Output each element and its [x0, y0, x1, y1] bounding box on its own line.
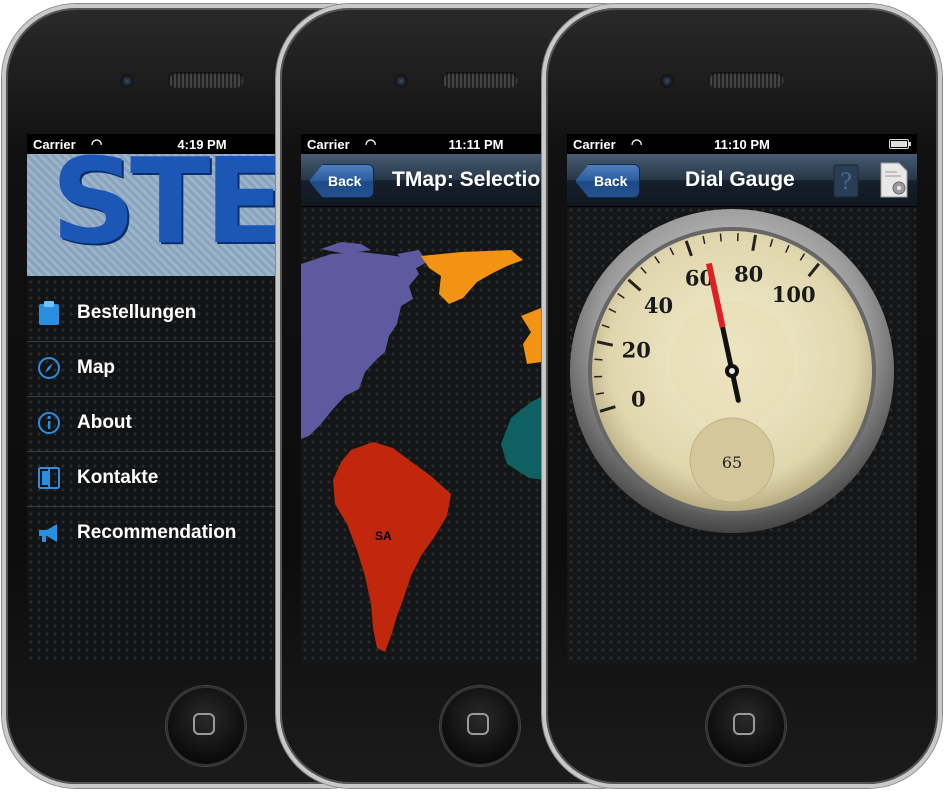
phone-gauge: Carrier ◠ 11:10 PM Back Dial Gauge ? 0 2…	[542, 4, 942, 788]
back-button[interactable]: Back	[575, 164, 641, 198]
page-title: Dial Gauge	[685, 168, 795, 191]
dial-gauge: 0204060 80100 65	[570, 209, 894, 533]
screen-gauge: Carrier ◠ 11:10 PM Back Dial Gauge ? 0 2…	[567, 134, 917, 664]
home-square-icon	[467, 713, 489, 735]
menu-item-label: Recommendation	[77, 522, 237, 543]
home-button[interactable]	[166, 686, 246, 766]
home-square-icon	[733, 713, 755, 735]
status-time: 11:10 PM	[714, 137, 770, 152]
region-south-america	[333, 442, 451, 652]
svg-text:?: ?	[840, 170, 852, 195]
gauge-tick	[719, 233, 722, 242]
gauge-tick-label: 20	[622, 337, 651, 362]
needle-hub-cap	[729, 368, 735, 374]
region-label-sa: SA	[375, 529, 392, 543]
megaphone-icon	[39, 524, 57, 542]
gauge-value-label: 65	[722, 453, 742, 472]
gauge-tick-label: 100	[772, 282, 816, 307]
region-greenland	[421, 250, 523, 304]
back-button[interactable]: Back	[309, 164, 375, 198]
menu-item-label: Map	[77, 357, 115, 378]
gauge-tick-label: 0	[631, 387, 646, 412]
menu-item-label: Kontakte	[77, 467, 159, 488]
speaker-grille	[442, 72, 518, 88]
region-north-america	[301, 252, 419, 439]
clipboard-icon	[39, 301, 59, 325]
gauge-tick-label: 80	[734, 261, 763, 286]
settings-document-icon[interactable]	[879, 162, 909, 198]
home-button[interactable]	[440, 686, 520, 766]
page-title: TMap: Selection	[392, 168, 554, 191]
menu-item-label: Bestellungen	[77, 302, 197, 323]
menu-item-label: About	[77, 412, 132, 433]
gauge-tick-label: 40	[644, 293, 673, 318]
help-icon[interactable]: ?	[833, 164, 859, 198]
address-book-icon	[38, 467, 60, 489]
status-bar: Carrier ◠ 11:10 PM	[567, 134, 917, 154]
speaker-grille	[168, 72, 244, 88]
compass-icon	[38, 357, 60, 379]
navigation-bar: Back Dial Gauge ?	[567, 154, 917, 207]
camera	[120, 74, 134, 88]
camera	[394, 74, 408, 88]
home-square-icon	[193, 713, 215, 735]
battery-icon	[889, 139, 911, 149]
gauge-tick	[594, 358, 603, 361]
camera	[660, 74, 674, 88]
info-icon	[38, 412, 60, 434]
home-button[interactable]	[706, 686, 786, 766]
speaker-grille	[708, 72, 784, 88]
